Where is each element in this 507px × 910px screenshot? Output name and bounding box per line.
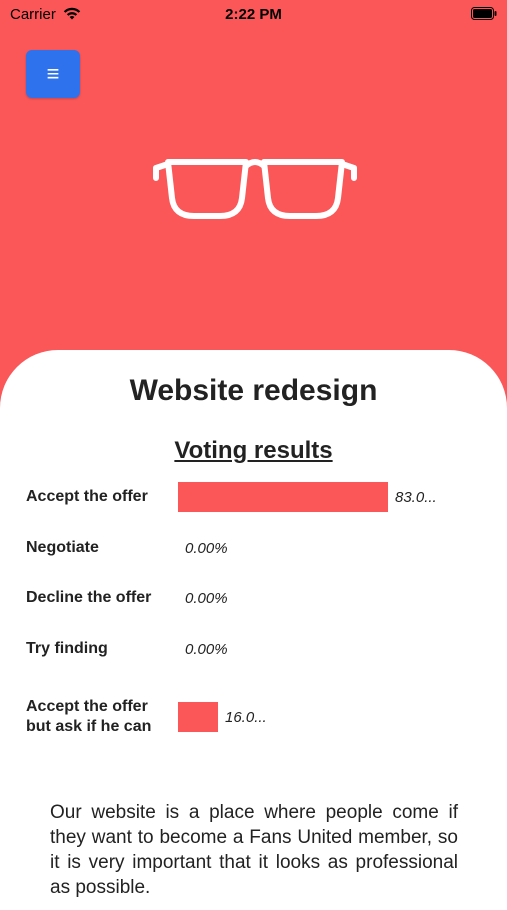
vote-percent: 0.00% <box>185 590 228 607</box>
vote-option: Accept the offer but ask if he can 16.0.… <box>26 697 486 739</box>
description-text: Our website is a place where people come… <box>50 802 458 898</box>
voting-results-heading: Voting results <box>174 437 333 464</box>
vote-percent: 83.0... <box>395 489 437 506</box>
vote-option: Try finding 0.00% <box>26 634 486 664</box>
vote-option-label: Accept the offer but ask if he can <box>26 698 152 735</box>
vote-option: Negotiate 0.00% <box>26 533 486 563</box>
page-title: Website redesign <box>129 374 378 407</box>
status-time: 2:22 PM <box>225 6 282 23</box>
vote-bar <box>178 702 218 732</box>
status-bar: Carrier 2:22 PM <box>0 0 507 30</box>
hamburger-icon: ≡ <box>46 61 60 86</box>
vote-bar <box>178 482 388 512</box>
vote-percent: 0.00% <box>185 540 228 557</box>
vote-option: Decline the offer 0.00% <box>26 583 486 613</box>
vote-option-label: Accept the offer <box>26 488 148 505</box>
vote-option-label: Negotiate <box>26 539 99 556</box>
glasses-icon <box>153 159 357 219</box>
vote-option: Accept the offer 83.0... <box>26 482 486 512</box>
vote-percent: 16.0... <box>225 709 267 726</box>
battery-icon <box>471 7 497 20</box>
vote-percent: 0.00% <box>185 641 228 658</box>
vote-option-label: Try finding <box>26 640 108 657</box>
menu-button[interactable]: ≡ <box>26 50 80 98</box>
vote-option-label: Decline the offer <box>26 589 152 606</box>
